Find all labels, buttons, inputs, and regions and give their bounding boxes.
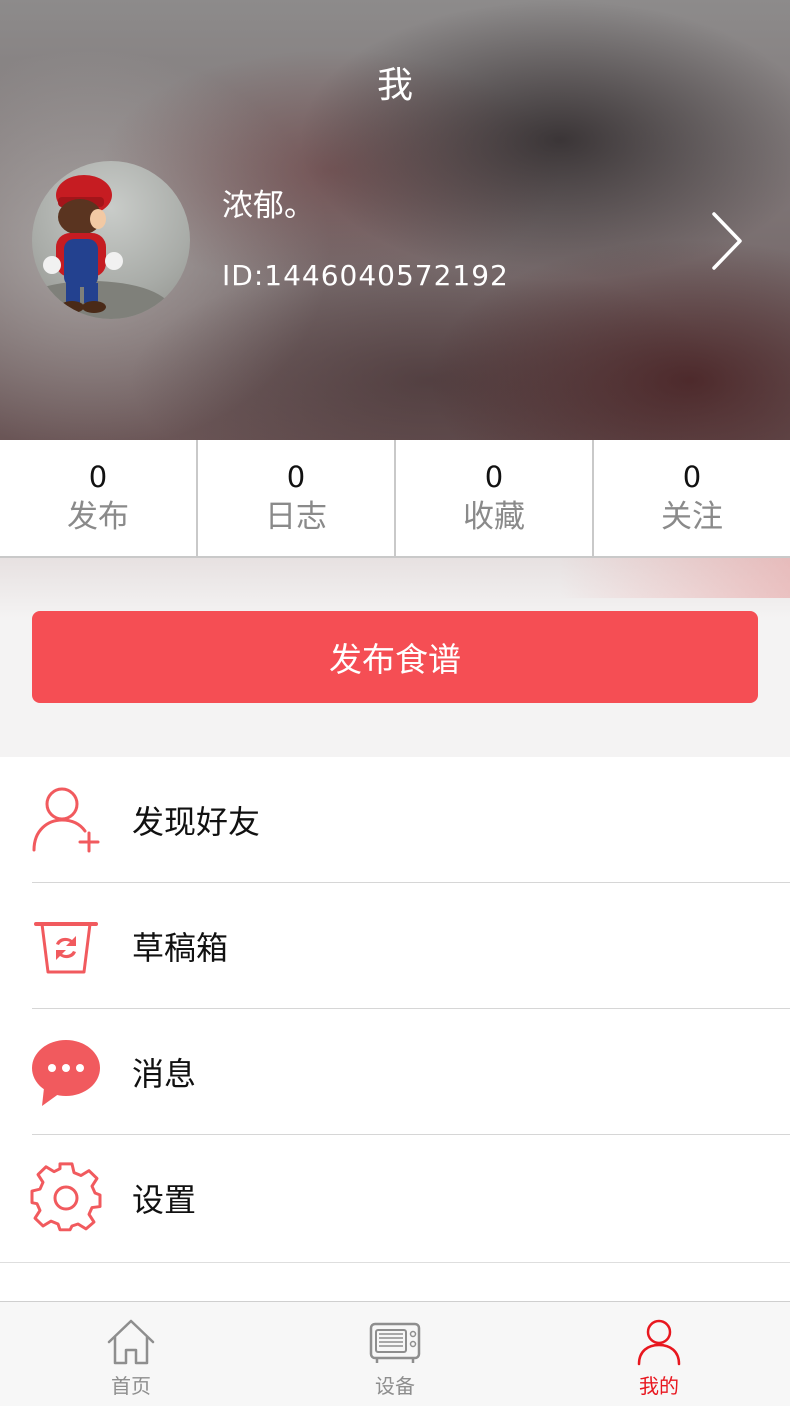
tab-devices[interactable]: 设备	[330, 1302, 460, 1406]
draft-box-icon	[34, 922, 98, 974]
tab-home[interactable]: 首页	[66, 1302, 196, 1406]
publish-recipe-button[interactable]: 发布食谱	[32, 611, 758, 703]
gear-icon	[30, 1162, 102, 1232]
spacer	[0, 1263, 790, 1301]
home-icon	[107, 1319, 155, 1365]
stat-publish[interactable]: 0 发布	[0, 440, 198, 556]
tab-label: 设备	[375, 1374, 415, 1398]
menu-item-settings[interactable]: 设置	[0, 1135, 790, 1261]
stat-count: 0	[88, 460, 108, 494]
stats-bar: 0 发布 0 日志 0 收藏 0 关注	[0, 440, 790, 558]
add-user-icon	[32, 787, 100, 853]
menu-item-label: 草稿箱	[132, 929, 229, 967]
menu-item-find-friends[interactable]: 发现好友	[0, 757, 790, 883]
tab-bar: 首页 设备 我的	[0, 1301, 790, 1406]
stat-journal[interactable]: 0 日志	[198, 440, 396, 556]
avatar[interactable]	[32, 161, 190, 319]
message-icon	[32, 1040, 100, 1106]
menu-item-label: 发现好友	[132, 803, 261, 841]
stat-label: 关注	[661, 499, 723, 535]
stat-count: 0	[682, 460, 702, 494]
profile-header: 我 浓郁。 ID:1446040572192	[0, 0, 790, 440]
menu-item-drafts[interactable]: 草稿箱	[0, 883, 790, 1009]
menu-item-label: 消息	[132, 1055, 197, 1093]
menu-item-label: 设置	[132, 1181, 197, 1219]
stat-following[interactable]: 0 关注	[594, 440, 790, 556]
stat-label: 发布	[67, 499, 129, 535]
menu-item-messages[interactable]: 消息	[0, 1009, 790, 1135]
tab-me[interactable]: 我的	[594, 1302, 724, 1406]
tab-label: 首页	[111, 1374, 151, 1398]
page-title: 我	[376, 65, 413, 106]
stat-count: 0	[484, 460, 504, 494]
person-icon	[637, 1319, 681, 1366]
oven-icon	[369, 1322, 421, 1363]
stat-label: 日志	[265, 499, 327, 535]
stat-count: 0	[286, 460, 306, 494]
header-shadow-tint	[560, 558, 790, 598]
stat-label: 收藏	[463, 499, 525, 535]
menu-list: 发现好友 草稿箱 消息 设置	[0, 757, 790, 1262]
user-name: 浓郁。	[222, 188, 315, 224]
tab-label: 我的	[639, 1374, 679, 1398]
chevron-right-icon[interactable]	[700, 206, 750, 276]
stat-favorites[interactable]: 0 收藏	[396, 440, 594, 556]
user-id: ID:1446040572192	[222, 259, 509, 292]
